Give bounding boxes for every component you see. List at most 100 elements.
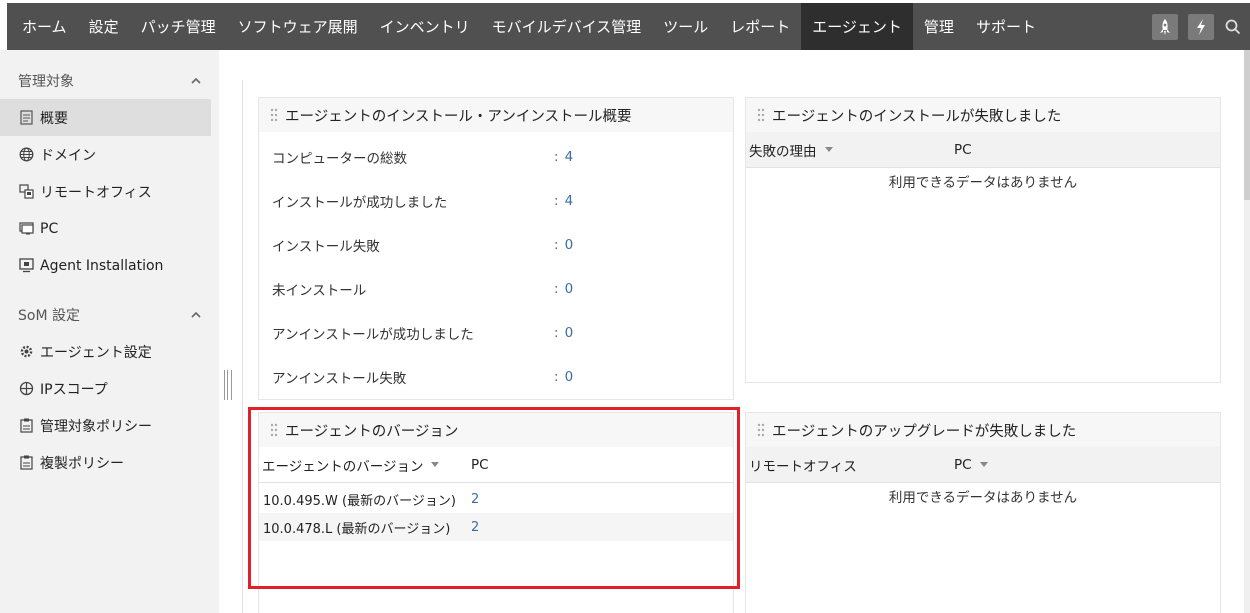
column-remote-office[interactable]: リモートオフィス <box>746 455 954 475</box>
sidebar-item-ip-scope[interactable]: IPスコープ <box>0 370 219 407</box>
summary-row: インストール失敗:0 <box>259 223 733 267</box>
sort-arrow-icon[interactable] <box>431 462 440 467</box>
table-row: 10.0.495.W (最新のバージョン) 2 <box>259 485 733 513</box>
summary-colon: : <box>554 369 559 385</box>
policy-icon <box>18 418 34 434</box>
version-cell: 10.0.478.L (最新のバージョン) <box>263 521 451 537</box>
document-icon <box>18 110 34 126</box>
panel-header[interactable]: エージェントのインストール・アンインストール概要 <box>259 98 733 132</box>
sidebar-item-agent-installation[interactable]: Agent Installation <box>0 247 219 284</box>
sidebar-item-remote-office[interactable]: リモートオフィス <box>0 173 219 210</box>
nav-patch[interactable]: パッチ管理 <box>130 3 227 50</box>
summary-label: 未インストール <box>272 283 367 299</box>
summary-row: インストールが成功しました:4 <box>259 179 733 223</box>
no-data-message: 利用できるデータはありません <box>888 490 1078 506</box>
summary-value[interactable]: 0 <box>565 281 574 297</box>
sidebar: 管理対象 概要 ドメイン リモートオフィス PC Agent Installat… <box>0 50 219 613</box>
agent-version-panel: エージェントのバージョン エージェントのバージョン PC 10.0.495.W … <box>258 412 734 613</box>
sidebar-section-managed[interactable]: 管理対象 <box>0 62 219 99</box>
summary-label: アンインストール失敗 <box>272 371 407 387</box>
summary-label: インストール失敗 <box>272 239 380 255</box>
sort-arrow-icon[interactable] <box>979 462 988 467</box>
summary-colon: : <box>554 237 559 253</box>
pc-icon <box>18 221 34 237</box>
summary-row: アンインストール失敗:0 <box>259 355 733 399</box>
column-label: リモートオフィス <box>749 458 857 475</box>
sidebar-item-pc[interactable]: PC <box>0 210 219 247</box>
panel-header[interactable]: エージェントのインストールが失敗しました <box>746 98 1220 132</box>
nav-home[interactable]: ホーム <box>11 3 78 50</box>
upgrade-failed-panel: エージェントのアップグレードが失敗しました リモートオフィス PC 利用できるデ… <box>745 412 1221 613</box>
column-agent-version[interactable]: エージェントのバージョン <box>259 455 471 475</box>
rocket-icon[interactable] <box>1152 13 1178 40</box>
summary-colon: : <box>554 149 559 165</box>
drag-handle-icon[interactable] <box>269 422 279 438</box>
chevron-up-icon <box>191 311 201 318</box>
sidebar-item-managed-policy[interactable]: 管理対象ポリシー <box>0 407 219 444</box>
nav-support[interactable]: サポート <box>965 3 1047 50</box>
column-label: PC <box>471 456 489 473</box>
scrollbar-thumb[interactable] <box>1244 50 1250 200</box>
panel-title: エージェントのアップグレードが失敗しました <box>772 423 1077 440</box>
sidebar-item-label: Agent Installation <box>40 257 164 274</box>
sidebar-item-domain[interactable]: ドメイン <box>0 136 219 173</box>
search-icon[interactable] <box>1222 14 1244 40</box>
sidebar-item-label: リモートオフィス <box>40 184 152 201</box>
sidebar-section-label: 管理対象 <box>18 73 74 90</box>
panel-header[interactable]: エージェントのバージョン <box>259 413 733 447</box>
summary-colon: : <box>554 325 559 341</box>
nav-admin[interactable]: 管理 <box>913 3 965 50</box>
sort-arrow-icon[interactable] <box>824 147 833 152</box>
nav-reports[interactable]: レポート <box>719 3 801 50</box>
sidebar-section-label: SoM 設定 <box>18 307 80 324</box>
panel-title: エージェントのインストール・アンインストール概要 <box>285 108 632 125</box>
summary-label: アンインストールが成功しました <box>272 327 474 343</box>
pc-count-link[interactable]: 2 <box>471 492 479 507</box>
column-label: PC <box>954 456 972 473</box>
nav-inventory[interactable]: インベントリ <box>369 3 481 50</box>
install-summary-panel: エージェントのインストール・アンインストール概要 コンピューターの総数:4 イン… <box>258 97 734 400</box>
summary-row: 未インストール:0 <box>259 267 733 311</box>
lightning-icon[interactable] <box>1188 13 1214 40</box>
vertical-scrollbar[interactable] <box>1244 50 1250 613</box>
nav-software-deploy[interactable]: ソフトウェア展開 <box>227 3 369 50</box>
nav-agent[interactable]: エージェント <box>801 3 913 50</box>
remote-office-icon <box>18 184 34 200</box>
column-label: PC <box>954 141 972 158</box>
sidebar-item-replication-policy[interactable]: 複製ポリシー <box>0 444 219 481</box>
column-pc[interactable]: PC <box>471 457 489 473</box>
summary-label: コンピューターの総数 <box>272 151 407 167</box>
nav-tools-area <box>1142 13 1250 40</box>
sidebar-section-som[interactable]: SoM 設定 <box>0 296 219 333</box>
drag-handle-icon[interactable] <box>756 107 766 123</box>
summary-value[interactable]: 0 <box>565 369 574 385</box>
summary-value[interactable]: 0 <box>565 237 574 253</box>
column-pc[interactable]: PC <box>954 457 988 473</box>
sidebar-collapse-handle[interactable] <box>224 370 232 400</box>
sidebar-item-label: エージェント設定 <box>40 344 152 361</box>
nav-mdm[interactable]: モバイルデバイス管理 <box>481 3 653 50</box>
sidebar-item-agent-settings[interactable]: エージェント設定 <box>0 333 219 370</box>
summary-value[interactable]: 4 <box>565 193 574 209</box>
sidebar-item-overview[interactable]: 概要 <box>0 99 211 136</box>
nav-settings[interactable]: 設定 <box>78 3 130 50</box>
nav-tools[interactable]: ツール <box>652 3 719 50</box>
panel-title: エージェントのインストールが失敗しました <box>772 108 1062 125</box>
grid-header: 失敗の理由 PC <box>746 132 1220 168</box>
table-row: 10.0.478.L (最新のバージョン) 2 <box>259 513 733 541</box>
summary-value[interactable]: 4 <box>565 149 574 165</box>
column-pc[interactable]: PC <box>954 142 972 158</box>
grid-header: エージェントのバージョン PC <box>259 447 733 483</box>
drag-handle-icon[interactable] <box>269 107 279 123</box>
summary-colon: : <box>554 281 559 297</box>
sidebar-item-label: 概要 <box>40 110 68 127</box>
summary-row: コンピューターの総数:4 <box>259 135 733 179</box>
sidebar-item-label: 複製ポリシー <box>40 455 124 472</box>
pc-count-link[interactable]: 2 <box>471 520 479 535</box>
panel-header[interactable]: エージェントのアップグレードが失敗しました <box>746 413 1220 447</box>
column-failure-reason[interactable]: 失敗の理由 <box>746 140 954 160</box>
sidebar-item-label: IPスコープ <box>40 381 108 398</box>
drag-handle-icon[interactable] <box>756 422 766 438</box>
summary-value[interactable]: 0 <box>565 325 574 341</box>
summary-row: アンインストールが成功しました:0 <box>259 311 733 355</box>
